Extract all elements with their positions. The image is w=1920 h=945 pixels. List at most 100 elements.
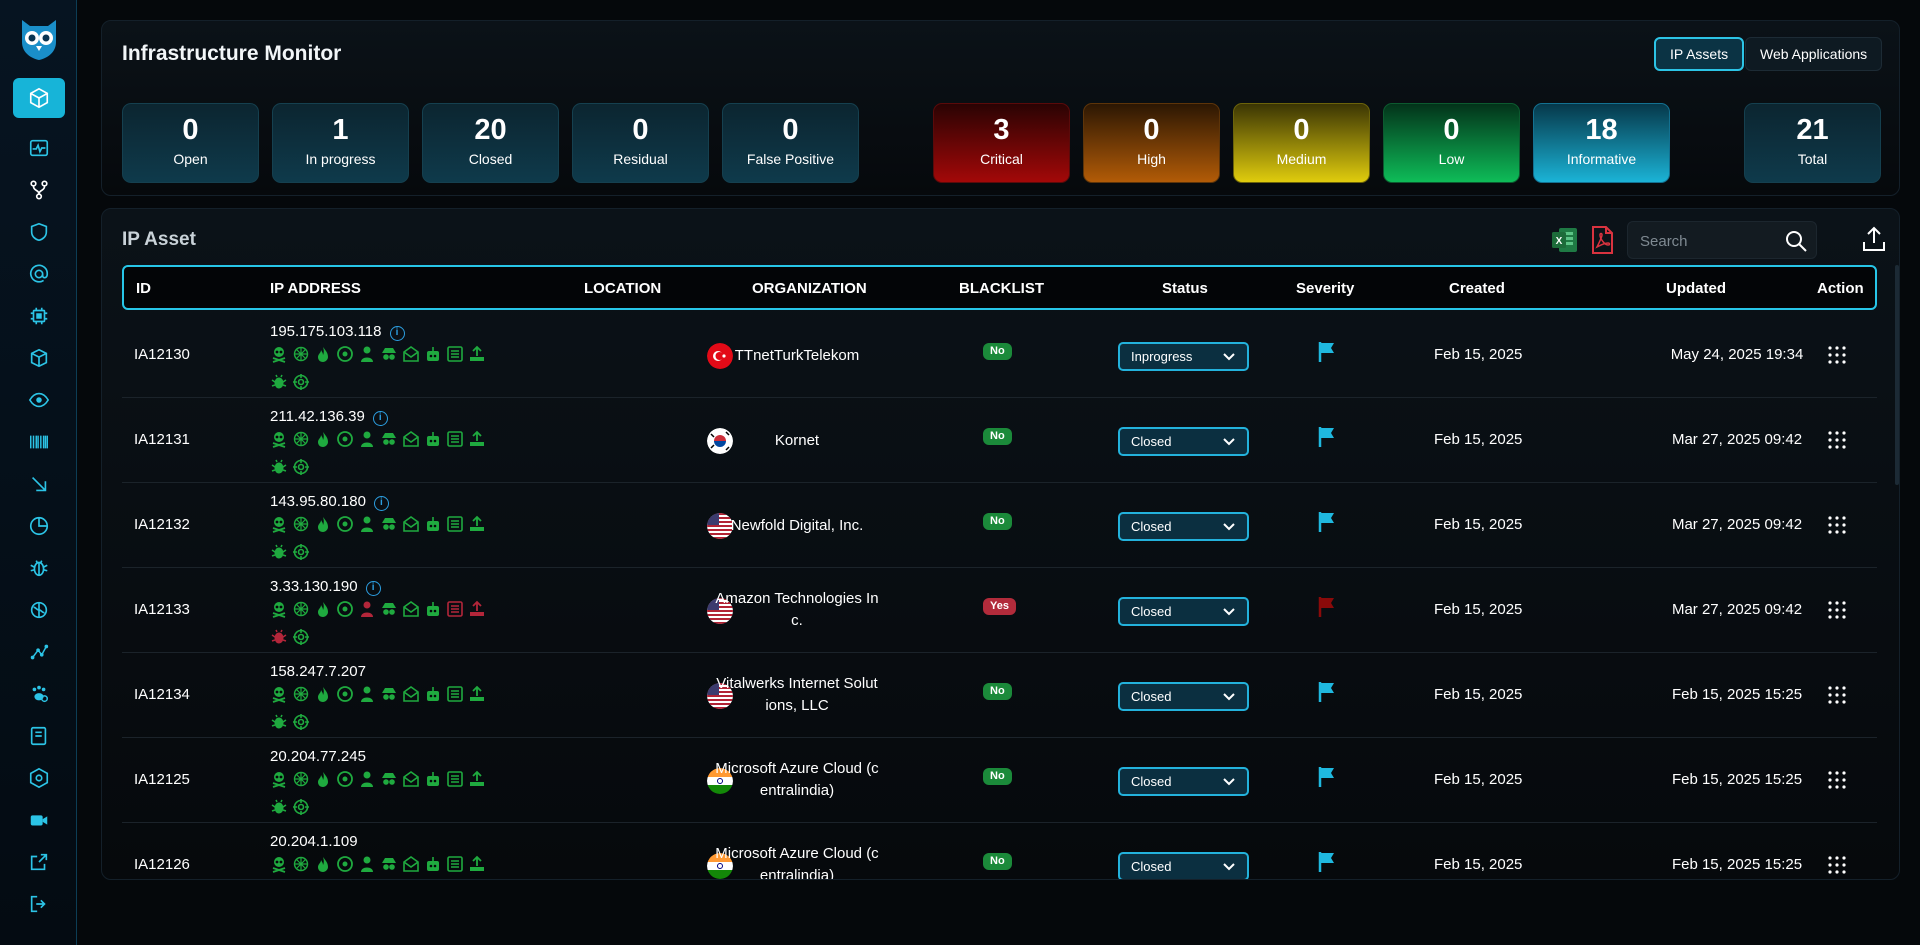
mail-check-icon[interactable] — [402, 770, 420, 788]
skull-check-icon[interactable] — [270, 345, 288, 363]
column-location[interactable]: LOCATION — [584, 280, 661, 297]
upload-check-icon[interactable] — [468, 345, 486, 363]
stat-residual[interactable]: 0 Residual — [572, 103, 709, 183]
table-row[interactable]: IA12125 20.204.77.245 Microsoft Azure Clou… — [122, 738, 1877, 823]
tab-web-applications[interactable]: Web Applications — [1745, 37, 1883, 71]
spy-check-icon[interactable] — [380, 600, 398, 618]
upload-check-icon[interactable] — [468, 600, 486, 618]
flame-check-icon[interactable] — [314, 685, 332, 703]
table-scrollbar[interactable] — [1895, 265, 1899, 485]
nav-video[interactable] — [13, 800, 65, 840]
web-check-icon[interactable] — [292, 685, 310, 703]
web-check-icon[interactable] — [292, 345, 310, 363]
table-row[interactable]: IA12132 143.95.80.180 i Newfold Digital, In… — [122, 483, 1877, 568]
biohazard-check-icon[interactable] — [336, 770, 354, 788]
column-created[interactable]: Created — [1449, 280, 1505, 297]
upload-check-icon[interactable] — [468, 855, 486, 873]
ip-address[interactable]: 20.204.1.109 — [270, 833, 358, 850]
spy-check-icon[interactable] — [380, 855, 398, 873]
skull-check-icon[interactable] — [270, 600, 288, 618]
nav-logout[interactable] — [13, 884, 65, 924]
hacker-check-icon[interactable] — [358, 345, 376, 363]
list-check-icon[interactable] — [446, 430, 464, 448]
web-check-icon[interactable] — [292, 855, 310, 873]
more-grid-icon[interactable] — [1827, 685, 1847, 705]
bug-check-icon[interactable] — [270, 373, 288, 391]
column-blacklist[interactable]: BLACKLIST — [959, 280, 1044, 297]
stat-false-positive[interactable]: 0 False Positive — [722, 103, 859, 183]
nav-chip[interactable] — [13, 296, 65, 336]
ip-address[interactable]: 20.204.77.245 — [270, 748, 366, 765]
bot-check-icon[interactable] — [424, 855, 442, 873]
bug-check-icon[interactable] — [270, 628, 288, 646]
hacker-check-icon[interactable] — [358, 855, 376, 873]
list-check-icon[interactable] — [446, 855, 464, 873]
search-input[interactable] — [1640, 230, 1780, 252]
status-dropdown[interactable]: Closed — [1118, 512, 1249, 541]
nav-activity[interactable] — [13, 128, 65, 168]
web-check-icon[interactable] — [292, 430, 310, 448]
pdf-export-icon[interactable] — [1587, 225, 1617, 255]
target-check-icon[interactable] — [292, 373, 310, 391]
biohazard-check-icon[interactable] — [336, 600, 354, 618]
biohazard-check-icon[interactable] — [336, 515, 354, 533]
stat-closed[interactable]: 20 Closed — [422, 103, 559, 183]
more-grid-icon[interactable] — [1827, 600, 1847, 620]
web-check-icon[interactable] — [292, 770, 310, 788]
nav-book[interactable] — [13, 716, 65, 756]
bot-check-icon[interactable] — [424, 770, 442, 788]
nav-at-sign[interactable] — [13, 254, 65, 294]
ip-address[interactable]: 211.42.136.39 i — [270, 408, 388, 426]
status-dropdown[interactable]: Closed — [1118, 767, 1249, 796]
flame-check-icon[interactable] — [314, 600, 332, 618]
flame-check-icon[interactable] — [314, 770, 332, 788]
status-dropdown[interactable]: Closed — [1118, 852, 1249, 879]
list-check-icon[interactable] — [446, 345, 464, 363]
table-row[interactable]: IA12131 211.42.136.39 i Kornet No Closed Feb 1… — [122, 398, 1877, 483]
flame-check-icon[interactable] — [314, 515, 332, 533]
list-check-icon[interactable] — [446, 685, 464, 703]
web-check-icon[interactable] — [292, 600, 310, 618]
info-icon[interactable]: i — [372, 411, 388, 426]
bot-check-icon[interactable] — [424, 430, 442, 448]
ip-address[interactable]: 158.247.7.207 — [270, 663, 366, 680]
more-grid-icon[interactable] — [1827, 515, 1847, 535]
biohazard-check-icon[interactable] — [336, 430, 354, 448]
table-row[interactable]: IA12133 3.33.130.190 i Amazon Technologies … — [122, 568, 1877, 653]
mail-check-icon[interactable] — [402, 345, 420, 363]
more-grid-icon[interactable] — [1827, 770, 1847, 790]
spy-check-icon[interactable] — [380, 515, 398, 533]
spy-check-icon[interactable] — [380, 770, 398, 788]
nav-pie-chart[interactable] — [13, 506, 65, 546]
mail-check-icon[interactable] — [402, 430, 420, 448]
mail-check-icon[interactable] — [402, 515, 420, 533]
bot-check-icon[interactable] — [424, 685, 442, 703]
skull-check-icon[interactable] — [270, 430, 288, 448]
bot-check-icon[interactable] — [424, 600, 442, 618]
tab-ip-assets[interactable]: IP Assets — [1654, 37, 1745, 71]
more-grid-icon[interactable] — [1827, 430, 1847, 450]
info-icon[interactable]: i — [389, 326, 405, 341]
target-check-icon[interactable] — [292, 543, 310, 561]
hacker-check-icon[interactable] — [358, 770, 376, 788]
hacker-check-icon[interactable] — [358, 430, 376, 448]
column-ip-address[interactable]: IP ADDRESS — [270, 280, 361, 297]
skull-check-icon[interactable] — [270, 515, 288, 533]
bot-check-icon[interactable] — [424, 345, 442, 363]
column-severity[interactable]: Severity — [1296, 280, 1354, 297]
skull-check-icon[interactable] — [270, 685, 288, 703]
mail-check-icon[interactable] — [402, 685, 420, 703]
upload-check-icon[interactable] — [468, 685, 486, 703]
flame-check-icon[interactable] — [314, 430, 332, 448]
column-organization[interactable]: ORGANIZATION — [752, 280, 867, 297]
stat-informative[interactable]: 18 Informative — [1533, 103, 1670, 183]
skull-check-icon[interactable] — [270, 770, 288, 788]
target-check-icon[interactable] — [292, 713, 310, 731]
more-grid-icon[interactable] — [1827, 345, 1847, 365]
list-check-icon[interactable] — [446, 600, 464, 618]
hacker-check-icon[interactable] — [358, 600, 376, 618]
list-check-icon[interactable] — [446, 515, 464, 533]
info-icon[interactable]: i — [373, 496, 389, 511]
column-id[interactable]: ID — [136, 280, 151, 297]
status-dropdown[interactable]: Inprogress — [1118, 342, 1249, 371]
